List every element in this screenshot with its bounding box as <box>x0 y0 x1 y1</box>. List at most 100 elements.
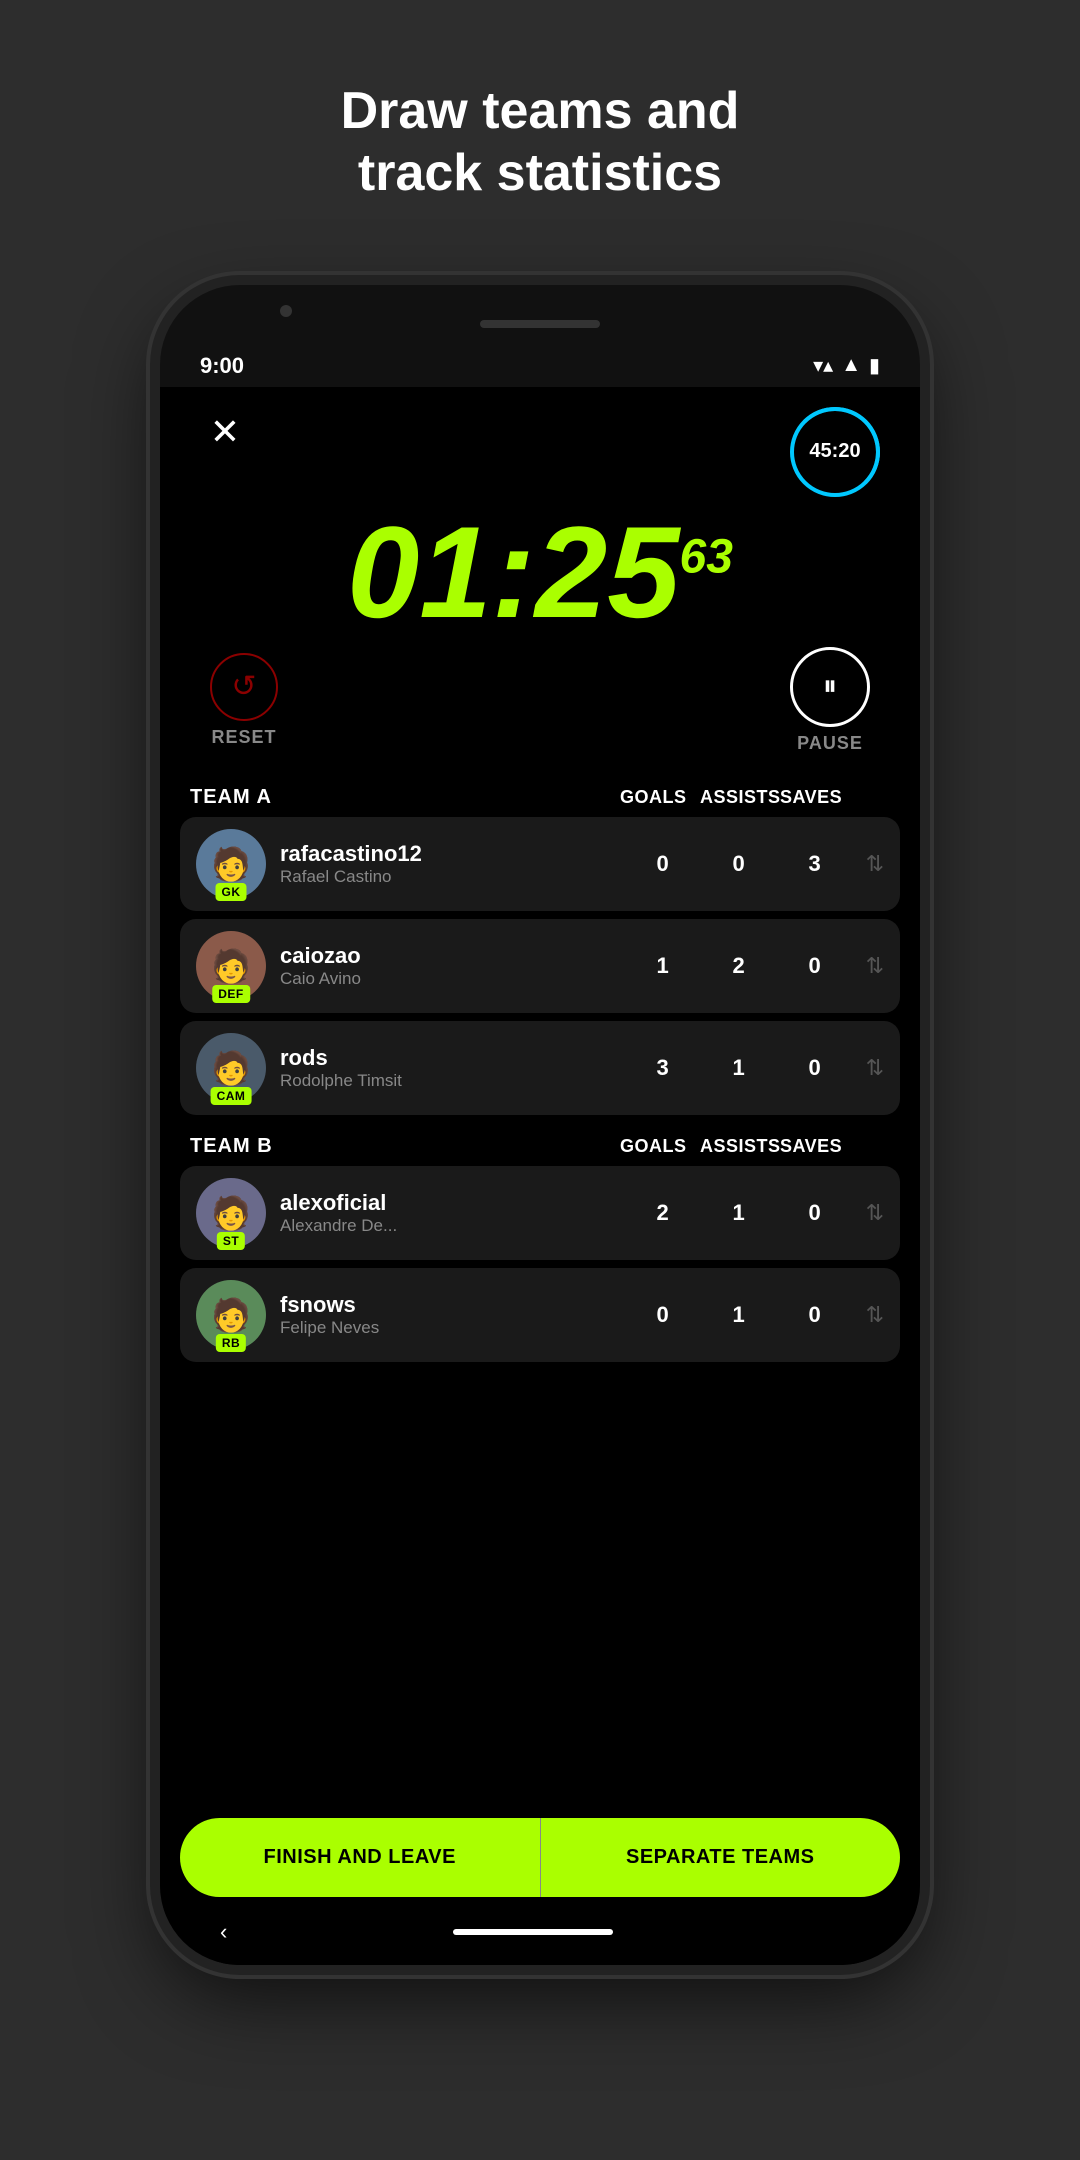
player-avatar-wrap: 🧑 ST <box>196 1178 266 1248</box>
player-fullname: Caio Avino <box>280 969 624 989</box>
close-button[interactable]: ✕ <box>200 407 250 457</box>
player-fullname: Alexandre De... <box>280 1216 624 1236</box>
position-badge: RB <box>216 1334 246 1352</box>
reset-label: RESET <box>211 727 276 748</box>
saves-header-a: SAVES <box>780 787 830 808</box>
page-header: Draw teams and track statistics <box>0 80 1080 205</box>
wifi-icon: ▾▴ <box>813 353 833 378</box>
sort-arrows[interactable]: ⇅ <box>866 851 884 877</box>
player-stats: 0 0 3 ⇅ <box>638 851 884 877</box>
match-timer-circle: 45:20 <box>790 407 880 497</box>
home-indicator[interactable] <box>453 1929 613 1935</box>
signal-icon: ▲ <box>841 354 861 377</box>
player-row: 🧑 DEF caiozao Caio Avino 1 2 0 ⇅ <box>180 919 900 1013</box>
pause-button[interactable]: ⏸ PAUSE <box>790 647 870 754</box>
saves-val: 0 <box>790 1200 840 1226</box>
saves-val: 0 <box>790 953 840 979</box>
assists-val: 1 <box>714 1302 764 1328</box>
sort-spacer-a <box>860 787 890 808</box>
assists-header-a: ASSISTS <box>700 787 750 808</box>
player-avatar-wrap: 🧑 GK <box>196 829 266 899</box>
saves-val: 0 <box>790 1302 840 1328</box>
position-badge: CAM <box>211 1087 252 1105</box>
player-stats: 3 1 0 ⇅ <box>638 1055 884 1081</box>
player-avatar-wrap: 🧑 CAM <box>196 1033 266 1103</box>
phone-speaker <box>480 320 600 328</box>
separate-teams-button[interactable]: SEPARATE TEAMS <box>541 1818 901 1897</box>
sort-arrows[interactable]: ⇅ <box>866 1302 884 1328</box>
player-info: caiozao Caio Avino <box>280 943 624 989</box>
status-bar: 9:00 ▾▴ ▲ ▮ <box>160 345 920 387</box>
player-username: rafacastino12 <box>280 841 624 867</box>
reset-icon: ↺ <box>210 653 278 721</box>
sort-arrows[interactable]: ⇅ <box>866 1055 884 1081</box>
goals-header-a: GOALS <box>620 787 670 808</box>
player-stats: 2 1 0 ⇅ <box>638 1200 884 1226</box>
player-stats: 1 2 0 ⇅ <box>638 953 884 979</box>
status-icons: ▾▴ ▲ ▮ <box>813 353 880 378</box>
player-avatar-wrap: 🧑 DEF <box>196 931 266 1001</box>
saves-header-b: SAVES <box>780 1136 830 1157</box>
player-info: fsnows Felipe Neves <box>280 1292 624 1338</box>
team-b-name: TEAM B <box>190 1135 273 1158</box>
pause-label: PAUSE <box>797 733 863 754</box>
sort-arrows[interactable]: ⇅ <box>866 953 884 979</box>
app-content: ✕ 45:20 01:2563 ↺ RESET ⏸ PAUSE <box>160 387 920 1965</box>
main-time-display: 01:2563 <box>347 507 733 637</box>
sort-arrows[interactable]: ⇅ <box>866 1200 884 1226</box>
team-b-header: TEAM B GOALS ASSISTS SAVES <box>180 1123 900 1166</box>
team-a-header: TEAM A GOALS ASSISTS SAVES <box>180 774 900 817</box>
goals-val: 1 <box>638 953 688 979</box>
position-badge: ST <box>217 1232 245 1250</box>
goals-val: 2 <box>638 1200 688 1226</box>
phone-frame: 9:00 ▾▴ ▲ ▮ ✕ 45:20 01:2563 ↺ RESET <box>160 285 920 1965</box>
team-a-stats-header: GOALS ASSISTS SAVES <box>620 787 890 808</box>
goals-val: 3 <box>638 1055 688 1081</box>
player-fullname: Felipe Neves <box>280 1318 624 1338</box>
player-stats: 0 1 0 ⇅ <box>638 1302 884 1328</box>
phone-bottom-nav: ‹ <box>160 1907 920 1965</box>
finish-and-leave-button[interactable]: FINISH AND LEAVE <box>180 1818 541 1897</box>
battery-icon: ▮ <box>869 353 880 378</box>
assists-val: 1 <box>714 1200 764 1226</box>
team-a-name: TEAM A <box>190 786 272 809</box>
player-avatar-wrap: 🧑 RB <box>196 1280 266 1350</box>
phone-top-bar <box>160 285 920 345</box>
player-row: 🧑 RB fsnows Felipe Neves 0 1 0 ⇅ <box>180 1268 900 1362</box>
player-fullname: Rafael Castino <box>280 867 624 887</box>
back-button[interactable]: ‹ <box>220 1919 227 1945</box>
assists-val: 2 <box>714 953 764 979</box>
position-badge: DEF <box>212 985 250 1003</box>
player-row: 🧑 GK rafacastino12 Rafael Castino 0 0 3 … <box>180 817 900 911</box>
player-username: rods <box>280 1045 624 1071</box>
saves-val: 0 <box>790 1055 840 1081</box>
teams-section: TEAM A GOALS ASSISTS SAVES 🧑 GK rafacast… <box>160 774 920 1808</box>
status-time: 9:00 <box>200 353 244 379</box>
goals-header-b: GOALS <box>620 1136 670 1157</box>
action-buttons: ↺ RESET ⏸ PAUSE <box>160 647 920 774</box>
sort-spacer-b <box>860 1136 890 1157</box>
saves-val: 3 <box>790 851 840 877</box>
assists-val: 0 <box>714 851 764 877</box>
player-info: alexoficial Alexandre De... <box>280 1190 624 1236</box>
assists-val: 1 <box>714 1055 764 1081</box>
bottom-buttons: FINISH AND LEAVE SEPARATE TEAMS <box>180 1818 900 1897</box>
position-badge: GK <box>216 883 247 901</box>
reset-button[interactable]: ↺ RESET <box>210 653 278 748</box>
player-row: 🧑 ST alexoficial Alexandre De... 2 1 0 ⇅ <box>180 1166 900 1260</box>
main-timer: 01:2563 <box>160 507 920 647</box>
player-username: fsnows <box>280 1292 624 1318</box>
player-username: caiozao <box>280 943 624 969</box>
player-info: rods Rodolphe Timsit <box>280 1045 624 1091</box>
match-timer-label: 45:20 <box>809 440 860 463</box>
goals-val: 0 <box>638 851 688 877</box>
team-b-stats-header: GOALS ASSISTS SAVES <box>620 1136 890 1157</box>
player-username: alexoficial <box>280 1190 624 1216</box>
front-camera <box>280 305 292 317</box>
assists-header-b: ASSISTS <box>700 1136 750 1157</box>
milliseconds-display: 63 <box>680 530 733 583</box>
player-row: 🧑 CAM rods Rodolphe Timsit 3 1 0 ⇅ <box>180 1021 900 1115</box>
goals-val: 0 <box>638 1302 688 1328</box>
player-fullname: Rodolphe Timsit <box>280 1071 624 1091</box>
pause-icon: ⏸ <box>790 647 870 727</box>
